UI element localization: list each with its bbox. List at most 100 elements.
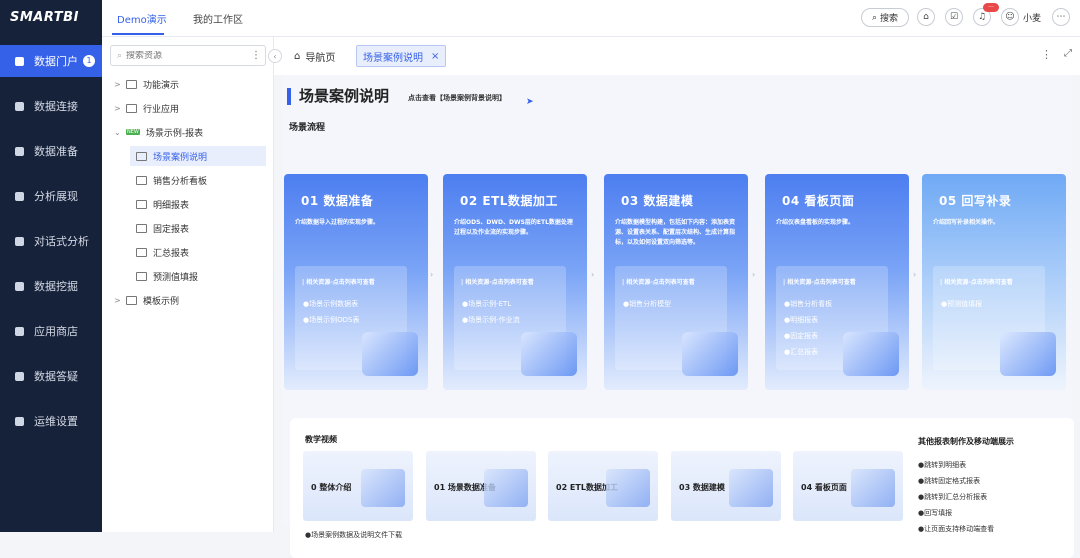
- sidebar-item-data-mining[interactable]: 数据挖掘: [0, 270, 102, 302]
- close-icon[interactable]: ×: [431, 51, 439, 62]
- flow-card-etl[interactable]: 02 ETL数据加工 介绍ODS、DWD、DWS层的ETL数据处理过程以及作业流…: [443, 174, 587, 390]
- flow-section-label: 场景流程: [289, 123, 326, 133]
- video-card[interactable]: 0 整体介绍: [303, 451, 413, 521]
- sidebar-item-label: 数据准备: [34, 145, 78, 158]
- video-card[interactable]: 04 看板页面: [793, 451, 903, 521]
- form-icon: [136, 271, 147, 281]
- pivot-icon: [136, 247, 147, 257]
- video-illustration-icon: [361, 469, 405, 507]
- app-logo: SMARTBI: [10, 10, 79, 25]
- other-report-link[interactable]: ●回写填报: [918, 508, 952, 518]
- resource-link[interactable]: ●场景示例-ETL: [462, 299, 511, 309]
- more-menu-button[interactable]: ⋯: [1052, 8, 1070, 26]
- flow-card-modeling[interactable]: 03 数据建模 介绍数据模型构建，包括如下内容：添加表资源、设置表关系、配置层次…: [604, 174, 748, 390]
- videos-panel: 教学视频 0 整体介绍 01 场景数据准备 02 ETL数据加工 03 数据建模…: [290, 418, 1074, 558]
- resource-link[interactable]: ●场景示例-作业流: [462, 315, 520, 325]
- card-desc: 介绍仪表盘看板的实现步骤。: [776, 219, 855, 226]
- sidebar-item-label: 数据连接: [34, 100, 78, 113]
- resource-link[interactable]: ●销售分析模型: [623, 299, 671, 309]
- arrow-right-icon: ›: [913, 270, 917, 279]
- tab-current-label: 场景案例说明: [363, 52, 423, 64]
- sidebar-item-label: 数据门户: [34, 55, 78, 68]
- sidebar-item-label: 应用商店: [34, 325, 78, 338]
- avatar[interactable]: ☺: [1001, 8, 1019, 26]
- user-name[interactable]: 小麦: [1023, 11, 1041, 24]
- video-card[interactable]: 03 数据建模: [671, 451, 781, 521]
- resource-link[interactable]: ●场景示例ODS表: [303, 315, 359, 325]
- tree-more-icon[interactable]: ⋮: [251, 50, 261, 61]
- tab-demo[interactable]: Demo演示: [117, 11, 167, 26]
- tab-home[interactable]: ⌂ 导航页: [294, 45, 335, 67]
- sidebar-item-qa[interactable]: 数据答疑: [0, 360, 102, 392]
- arrow-right-icon: ›: [752, 270, 756, 279]
- collapse-panel-button[interactable]: ‹: [268, 49, 282, 63]
- tree-node-scenario-case[interactable]: 场景案例说明: [130, 146, 266, 166]
- fullscreen-icon[interactable]: ⤢: [1064, 48, 1072, 59]
- active-tab-indicator: [112, 33, 164, 35]
- dashboard-icon: [136, 175, 147, 185]
- sidebar-item-data-prep[interactable]: 数据准备: [0, 135, 102, 167]
- other-reports-title: 其他报表制作及移动端展示: [918, 437, 1014, 446]
- tasks-button[interactable]: ☑: [945, 8, 963, 26]
- folder-icon: [126, 103, 137, 113]
- tree-node-label: 销售分析看板: [153, 176, 208, 187]
- flow-card-writeback[interactable]: 05 回写补录 介绍回写补录相关操作。 | 相关资源-点击列表可查看 ●预测值填…: [922, 174, 1066, 390]
- search-icon: ⌕: [117, 50, 123, 61]
- sidebar-item-analysis[interactable]: 分析展现: [0, 180, 102, 212]
- tree-node-detail-report[interactable]: 明细报表: [136, 194, 189, 214]
- background-link[interactable]: 点击查看【场景案例背景说明】: [408, 93, 506, 103]
- tree-node-industry-apps[interactable]: > 行业应用: [114, 98, 179, 118]
- tree-node-feature-demo[interactable]: > 功能演示: [114, 74, 179, 94]
- sidebar-item-app-store[interactable]: 应用商店: [0, 315, 102, 347]
- flow-card-data-prep[interactable]: 01 数据准备 介绍数据导入过程的实现步骤。 | 相关资源-点击列表可查看 ●场…: [284, 174, 428, 390]
- video-label: 0 整体介绍: [311, 483, 352, 492]
- vertical-more-icon[interactable]: ⋮: [1041, 48, 1052, 61]
- video-card[interactable]: 01 场景数据准备: [426, 451, 536, 521]
- home-button[interactable]: ⌂: [917, 8, 935, 26]
- dashboard-icon: [136, 151, 147, 161]
- database-icon: [15, 101, 24, 111]
- resource-link[interactable]: ●明细报表: [784, 315, 818, 325]
- video-illustration-icon: [729, 469, 773, 507]
- resource-link[interactable]: ●固定报表: [784, 331, 818, 341]
- other-report-link[interactable]: ●跳转到汇总分析报表: [918, 492, 987, 502]
- tab-current[interactable]: 场景案例说明 ×: [356, 45, 447, 67]
- tree-node-label: 明细报表: [153, 200, 190, 211]
- other-report-link[interactable]: ●跳转固定格式报表: [918, 476, 980, 486]
- tree-node-scenario-reports[interactable]: ⌄ NEW 场景示例-报表: [114, 122, 203, 142]
- new-tag: NEW: [126, 129, 140, 135]
- other-report-link[interactable]: ●让页面支持移动端查看: [918, 524, 994, 534]
- resource-link[interactable]: ●场景示例数据表: [303, 299, 358, 309]
- tree-node-sales-dashboard[interactable]: 销售分析看板: [136, 170, 207, 190]
- tab-my-workspace[interactable]: 我的工作区: [193, 11, 243, 26]
- folder-icon: [126, 79, 137, 89]
- tree-node-label: 预测值填报: [153, 272, 199, 283]
- tree-node-fixed-report[interactable]: 固定报表: [136, 218, 189, 238]
- tree-node-label: 场景示例-报表: [145, 128, 204, 139]
- page-title: 场景案例说明: [287, 88, 389, 105]
- sidebar-item-ops-settings[interactable]: 运维设置: [0, 405, 102, 437]
- sidebar-item-data-connection[interactable]: 数据连接: [0, 90, 102, 122]
- tree-node-summary-report[interactable]: 汇总报表: [136, 242, 189, 262]
- sidebar-item-data-portal[interactable]: 数据门户 1: [0, 45, 102, 77]
- resource-link[interactable]: ●汇总报表: [784, 347, 818, 357]
- resource-link[interactable]: ●预测值填报: [941, 299, 982, 309]
- chevron-left-icon: ‹: [273, 51, 277, 61]
- video-card[interactable]: 02 ETL数据加工: [548, 451, 658, 521]
- flow-card-dashboard[interactable]: 04 看板页面 介绍仪表盘看板的实现步骤。 | 相关资源-点击列表可查看 ●销售…: [765, 174, 909, 390]
- other-report-link[interactable]: ●跳转到明细表: [918, 460, 966, 470]
- chevron-down-icon: ⌄: [114, 127, 121, 137]
- tree-node-templates[interactable]: > 模板示例: [114, 290, 179, 310]
- resource-link[interactable]: ●销售分析看板: [784, 299, 832, 309]
- sidebar-item-label: 数据答疑: [34, 370, 78, 383]
- resource-label: | 相关资源-点击列表可查看: [461, 279, 534, 286]
- sidebar-item-chat-analysis[interactable]: 对话式分析: [0, 225, 102, 257]
- form-entry-illustration-icon: [1000, 332, 1056, 376]
- tree-node-forecast-entry[interactable]: 预测值填报: [136, 266, 198, 286]
- video-illustration-icon: [606, 469, 650, 507]
- card-title: 03 数据建模: [621, 194, 694, 208]
- card-title: 01 数据准备: [301, 194, 374, 208]
- tree-search-input[interactable]: [126, 50, 232, 61]
- resource-label: | 相关资源-点击列表可查看: [940, 279, 1013, 286]
- search-button[interactable]: ⌕ 搜索: [861, 8, 909, 27]
